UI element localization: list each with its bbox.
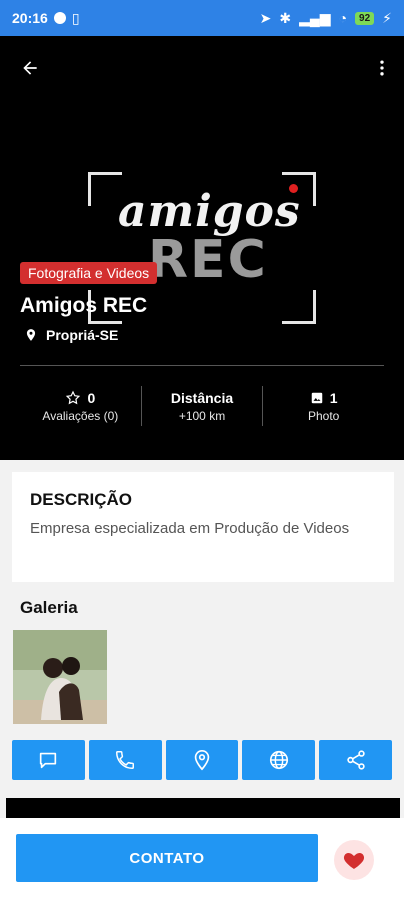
description-title: DESCRIÇÃO xyxy=(30,490,133,509)
map-pin-icon xyxy=(194,750,210,771)
photos-label: Photo xyxy=(308,408,340,423)
gallery-photo[interactable] xyxy=(13,630,107,724)
wifi-icon: ◔ xyxy=(338,10,348,26)
contact-button[interactable]: CONTATO xyxy=(16,834,318,882)
description-text: Empresa especializada em Produção de Vid… xyxy=(30,520,350,537)
image-icon xyxy=(311,392,323,403)
stat-rating[interactable]: 0 Avaliações (0) xyxy=(20,386,141,426)
status-time: 20:16 xyxy=(12,10,48,26)
phone-icon xyxy=(116,751,135,769)
logo-text-rec: REC xyxy=(148,230,268,290)
share-icon xyxy=(346,750,365,770)
map-button[interactable] xyxy=(165,740,239,780)
description-card: DESCRIÇÃO Empresa especializada em Produ… xyxy=(12,472,394,582)
signal-icon: ▂▄▆ xyxy=(299,9,331,26)
rating-label: Avaliações (0) xyxy=(42,408,119,423)
arrow-left-icon xyxy=(23,61,37,75)
stats-row: 0 Avaliações (0) Distância +100 km 1 Pho… xyxy=(20,386,384,426)
more-vert-icon xyxy=(380,60,384,76)
gallery-title: Galeria xyxy=(20,598,78,617)
website-button[interactable] xyxy=(242,740,316,780)
photos-value: 1 xyxy=(329,389,338,406)
stat-photos[interactable]: 1 Photo xyxy=(262,386,384,426)
battery-icon: 92 xyxy=(355,11,375,25)
bottom-bar: CONTATO xyxy=(0,818,404,900)
action-buttons xyxy=(12,740,392,780)
more-options-button[interactable] xyxy=(366,52,398,84)
location-arrow-icon: ➤ xyxy=(259,9,272,26)
sim-icon: ▯ xyxy=(71,9,80,26)
heart-icon xyxy=(343,853,365,869)
content-strip xyxy=(6,798,400,818)
messenger-icon xyxy=(53,12,66,24)
back-button[interactable] xyxy=(14,52,46,84)
status-bar: 20:16 ▯ ➤ ✱ ▂▄▆ ◔ 92 ⚡ xyxy=(0,0,404,36)
distance-title: Distância xyxy=(170,389,234,406)
rating-value: 0 xyxy=(87,389,96,406)
divider xyxy=(20,365,384,366)
distance-value: +100 km xyxy=(178,408,226,423)
map-pin-icon xyxy=(26,329,36,341)
chat-icon xyxy=(40,752,57,769)
favorite-button[interactable] xyxy=(334,840,374,880)
place-title: Amigos REC xyxy=(20,294,148,317)
bluetooth-icon: ✱ xyxy=(279,9,292,26)
globe-icon xyxy=(269,750,288,770)
phone-button[interactable] xyxy=(88,740,162,780)
share-button[interactable] xyxy=(319,740,392,780)
chat-button[interactable] xyxy=(12,740,85,780)
charging-icon: ⚡ xyxy=(382,9,392,26)
gallery-photo-image xyxy=(13,630,107,724)
place-location: Propriá-SE xyxy=(24,327,118,343)
location-label: Propriá-SE xyxy=(46,327,119,343)
stat-distance: Distância +100 km xyxy=(140,386,263,426)
star-outline-icon xyxy=(66,390,81,404)
category-badge: Fotografia e Videos xyxy=(20,262,158,284)
hero-header: amigos REC Fotografia e Videos Amigos RE… xyxy=(0,36,404,460)
